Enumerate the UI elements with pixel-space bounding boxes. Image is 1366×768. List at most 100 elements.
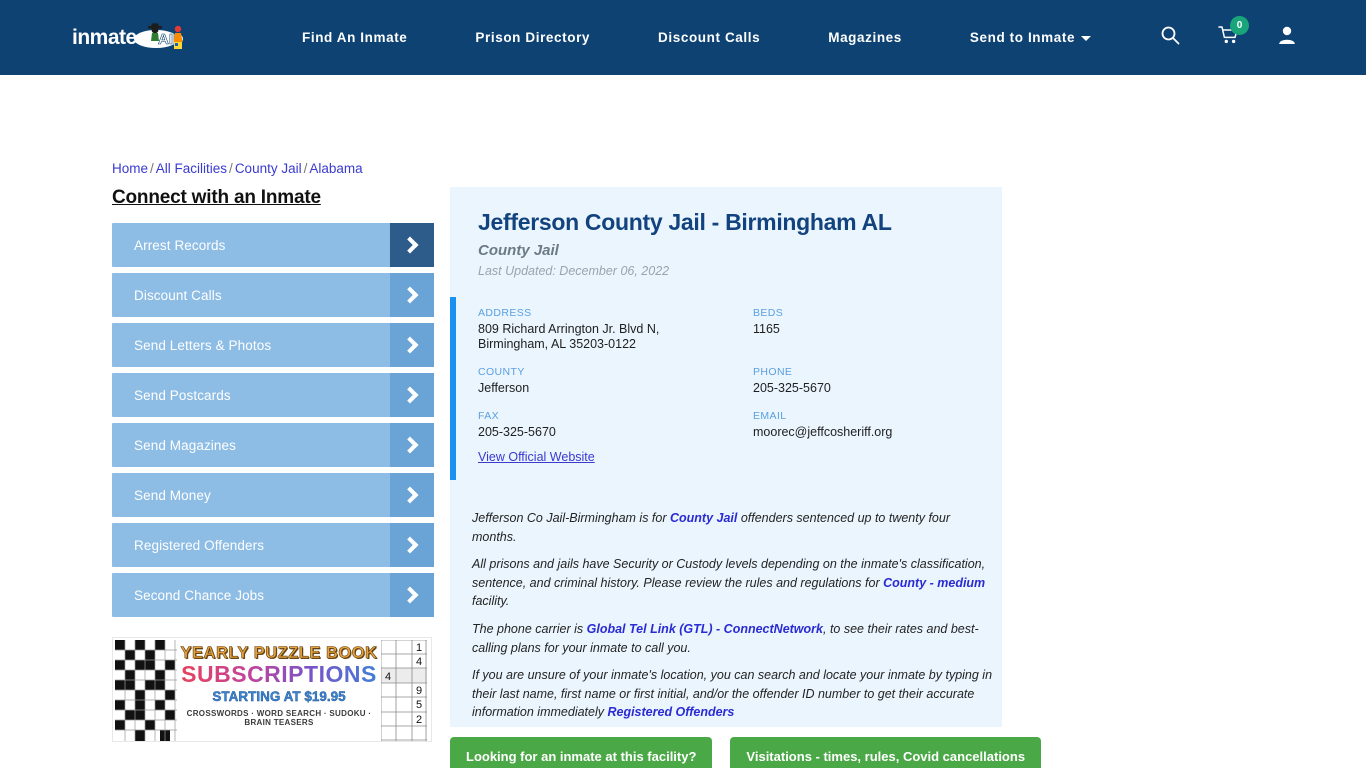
svg-text:4: 4: [416, 656, 422, 668]
p3-text-a: The phone carrier is: [472, 621, 587, 636]
sidebar: Connect with an Inmate Arrest Records Di…: [112, 187, 434, 623]
facility-info-card: Jefferson County Jail - Birmingham AL Co…: [450, 187, 1002, 727]
page-title: Jefferson County Jail - Birmingham AL: [478, 209, 892, 235]
breadcrumb-item-all-facilities[interactable]: All Facilities: [156, 161, 227, 176]
detail-value: 809 Richard Arrington Jr. Blvd N, Birmin…: [478, 322, 753, 352]
sidebar-item-label: Send Magazines: [134, 437, 236, 453]
facility-description: Jefferson Co Jail-Birmingham is for Coun…: [472, 509, 996, 731]
detail-label: PHONE: [753, 366, 793, 378]
logo-aid-mark: AID: [134, 22, 190, 58]
chevron-right-icon: [390, 473, 434, 517]
detail-label: ADDRESS: [478, 307, 532, 319]
sidebar-item-second-chance-jobs[interactable]: Second Chance Jobs: [112, 573, 434, 617]
sidebar-item-send-postcards[interactable]: Send Postcards: [112, 373, 434, 417]
ad-line-4: CROSSWORDS · WORD SEARCH · SUDOKU · BRAI…: [186, 709, 372, 727]
site-logo[interactable]: inmate AID: [72, 15, 196, 61]
p1-text-a: Jefferson Co Jail-Birmingham is for: [472, 511, 670, 525]
sidebar-item-send-letters-photos[interactable]: Send Letters & Photos: [112, 323, 434, 367]
facility-details-grid: ADDRESS 809 Richard Arrington Jr. Blvd N…: [478, 307, 978, 454]
visitation-info-button[interactable]: Visitations - times, rules, Covid cancel…: [730, 737, 1042, 768]
sidebar-item-arrest-records[interactable]: Arrest Records: [112, 223, 434, 267]
address-line-2: Birmingham, AL 35203-0122: [478, 337, 636, 351]
description-paragraph-2: All prisons and jails have Security or C…: [472, 555, 996, 611]
detail-value: Jefferson: [478, 381, 530, 395]
ad-line-3: STARTING AT $19.95: [212, 689, 346, 704]
nav-item-prison-directory[interactable]: Prison Directory: [441, 30, 624, 45]
facility-header: Jefferson County Jail - Birmingham AL Co…: [450, 187, 1002, 278]
sidebar-item-send-magazines[interactable]: Send Magazines: [112, 423, 434, 467]
svg-text:9: 9: [416, 685, 422, 697]
ad-line-2: SUBSCRIPTIONS: [179, 661, 379, 688]
chevron-down-icon: [1081, 35, 1092, 41]
ad-copy: YEARLY PUZZLE BOOK SUBSCRIPTIONS STARTIN…: [179, 644, 379, 727]
accent-bar: [450, 297, 456, 480]
detail-value: moorec@jeffcosheriff.org: [753, 425, 893, 439]
sidebar-item-discount-calls[interactable]: Discount Calls: [112, 273, 434, 317]
puzzle-book-ad-banner[interactable]: YEARLY PUZZLE BOOK SUBSCRIPTIONS STARTIN…: [112, 637, 432, 742]
description-paragraph-1: Jefferson Co Jail-Birmingham is for Coun…: [472, 509, 996, 546]
nav-item-magazines[interactable]: Magazines: [794, 30, 936, 45]
sidebar-item-label: Registered Offenders: [134, 537, 265, 553]
logo-character-icon: AID: [134, 22, 184, 49]
breadcrumb-item-alabama[interactable]: Alabama: [309, 161, 362, 176]
link-county-jail[interactable]: County Jail: [670, 511, 737, 525]
crossword-grid-icon: [115, 640, 177, 741]
detail-county: COUNTY Jefferson: [478, 366, 753, 396]
p2-text-b: facility.: [472, 594, 510, 609]
sidebar-item-label: Discount Calls: [134, 287, 222, 303]
cart-icon[interactable]: 0: [1218, 16, 1249, 50]
user-icon[interactable]: [1278, 25, 1296, 50]
link-gtl-connectnetwork[interactable]: Global Tel Link (GTL) - ConnectNetwork: [587, 622, 823, 636]
chevron-right-icon: [390, 273, 434, 317]
sidebar-item-label: Send Postcards: [134, 387, 231, 403]
sidebar-item-registered-offenders[interactable]: Registered Offenders: [112, 523, 434, 567]
inmate-lookup-button[interactable]: Looking for an inmate at this facility?: [450, 737, 713, 768]
action-button-row: Looking for an inmate at this facility? …: [450, 737, 1042, 768]
breadcrumb-item-home[interactable]: Home: [112, 161, 148, 176]
navbar-icon-group: 0: [1160, 16, 1296, 50]
nav-item-find-an-inmate[interactable]: Find An Inmate: [268, 30, 441, 45]
chevron-right-icon: [390, 223, 434, 267]
detail-label: FAX: [478, 410, 500, 422]
cart-count-badge: 0: [1230, 16, 1249, 35]
nav-item-send-to-inmate[interactable]: Send to Inmate: [936, 30, 1125, 45]
view-official-website-link[interactable]: View Official Website: [478, 450, 595, 464]
svg-text:1: 1: [416, 642, 422, 654]
breadcrumb: Home / All Facilities / County Jail / Alabama: [112, 161, 363, 176]
nav-item-discount-calls[interactable]: Discount Calls: [624, 30, 794, 45]
detail-email: EMAIL moorec@jeffcosheriff.org: [753, 410, 978, 440]
chevron-right-icon: [390, 523, 434, 567]
breadcrumb-item-county-jail[interactable]: County Jail: [235, 161, 302, 176]
detail-label: BEDS: [753, 307, 784, 319]
sidebar-item-send-money[interactable]: Send Money: [112, 473, 434, 517]
svg-text:4: 4: [385, 671, 391, 683]
detail-phone: PHONE 205-325-5670: [753, 366, 978, 396]
detail-beds: BEDS 1165: [753, 307, 978, 352]
sidebar-item-label: Send Letters & Photos: [134, 337, 272, 353]
description-paragraph-3: The phone carrier is Global Tel Link (GT…: [472, 620, 996, 657]
breadcrumb-separator: /: [150, 161, 154, 176]
facility-type: County Jail: [478, 242, 559, 259]
link-county-medium[interactable]: County - medium: [883, 576, 985, 590]
svg-text:2: 2: [416, 714, 422, 726]
nav-item-send-to-inmate-label: Send to Inmate: [969, 30, 1076, 45]
logo-wordmark: inmate: [72, 25, 137, 49]
primary-nav-links: Find An Inmate Prison Directory Discount…: [268, 30, 1125, 45]
chevron-right-icon: [390, 573, 434, 617]
sudoku-grid-icon: 1 4 4 9 5 2: [381, 640, 427, 741]
sidebar-title: Connect with an Inmate: [112, 187, 321, 208]
description-paragraph-4: If you are unsure of your inmate's locat…: [472, 666, 996, 722]
top-navigation-bar: inmate AID Find An Inmate Prison Directo…: [0, 0, 1366, 75]
search-icon[interactable]: [1160, 25, 1180, 50]
link-registered-offenders[interactable]: Registered Offenders: [607, 705, 734, 719]
sidebar-item-label: Second Chance Jobs: [134, 587, 265, 603]
detail-value: 1165: [753, 322, 780, 336]
detail-address: ADDRESS 809 Richard Arrington Jr. Blvd N…: [478, 307, 753, 352]
chevron-right-icon: [390, 423, 434, 467]
detail-label: COUNTY: [478, 366, 525, 378]
detail-label: EMAIL: [753, 410, 787, 422]
sidebar-item-label: Send Money: [134, 487, 211, 503]
detail-value: 205-325-5670: [478, 425, 556, 439]
svg-text:5: 5: [416, 699, 422, 711]
chevron-right-icon: [390, 323, 434, 367]
